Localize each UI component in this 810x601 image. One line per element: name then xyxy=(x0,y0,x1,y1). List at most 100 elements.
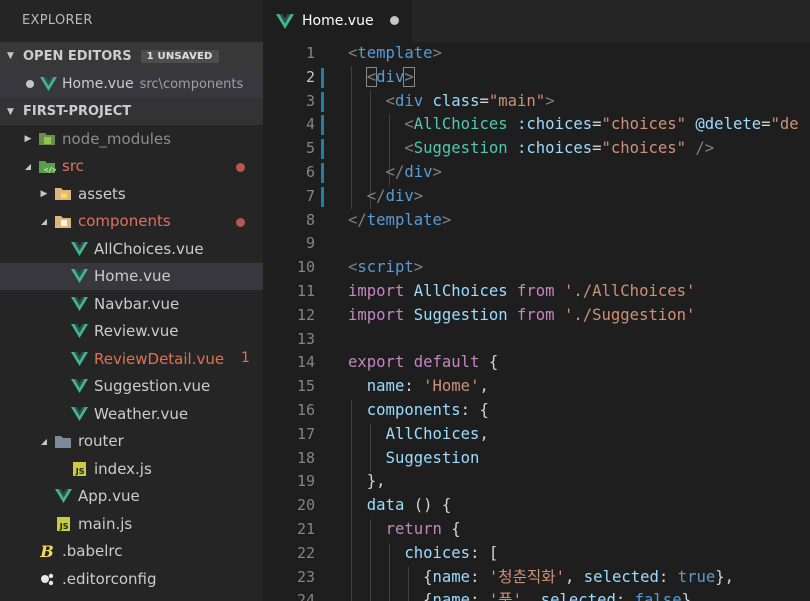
tree-item-router[interactable]: ◢ router xyxy=(0,428,263,456)
code-line[interactable]: 18 Suggestion xyxy=(263,447,810,471)
open-editor-item[interactable]: Home.vue src\components xyxy=(0,70,263,98)
code-token: }, xyxy=(715,567,735,586)
line-number: 6 xyxy=(305,163,315,181)
chevron-down-icon[interactable]: ◢ xyxy=(38,217,50,226)
tree-item-components[interactable]: ◢ components xyxy=(0,208,263,236)
tree-item-babelrc[interactable]: B .babelrc xyxy=(0,538,263,566)
tree-item-label: src xyxy=(62,157,84,176)
open-editors-header[interactable]: ▼ OPEN EDITORS 1 UNSAVED xyxy=(0,42,263,70)
tree-item-node-modules[interactable]: ▶ node_modules xyxy=(0,125,263,153)
code-line[interactable]: 13 xyxy=(263,328,810,352)
code-line[interactable]: 6 </div> xyxy=(263,161,810,185)
code-line[interactable]: 5 <Suggestion :choices="choices" /> xyxy=(263,137,810,161)
tree-item-app-vue[interactable]: App.vue xyxy=(0,483,263,511)
chevron-down-icon[interactable]: ◢ xyxy=(22,162,34,171)
vue-file-icon xyxy=(54,488,72,504)
tab-home-vue[interactable]: Home.vue xyxy=(263,0,412,42)
code-token: > xyxy=(545,91,555,110)
code-line[interactable]: 8 </template> xyxy=(263,209,810,233)
code-token: "choices" xyxy=(601,115,687,134)
code-line[interactable]: 14 export default { xyxy=(263,351,810,375)
code-token: div xyxy=(385,186,414,205)
tree-item-label: node_modules xyxy=(62,129,171,148)
code-editor[interactable]: 1 <template> 2 <div> 3 <div class="main"> 4 … xyxy=(263,42,810,601)
unsaved-dot-icon[interactable] xyxy=(390,16,399,25)
code-token: '청춘직화' xyxy=(488,567,566,586)
code-text: {name: '청춘직화', selected: true}, xyxy=(348,566,734,590)
vue-file-icon xyxy=(40,77,57,91)
line-number: 9 xyxy=(305,234,315,253)
code-token: = xyxy=(479,91,489,110)
code-token: 'Home' xyxy=(423,377,480,396)
code-line[interactable]: 9 xyxy=(263,232,810,256)
code-line[interactable]: 10 <script> xyxy=(263,256,810,280)
code-token: './Suggestion' xyxy=(563,305,696,324)
code-text: <div class="main"> xyxy=(348,90,555,114)
code-line[interactable]: 16 components: { xyxy=(263,399,810,423)
js-file-icon: JS xyxy=(54,516,72,532)
line-number: 19 xyxy=(296,472,315,491)
modified-dot-icon xyxy=(236,217,245,227)
code-token: { xyxy=(348,567,433,586)
chevron-right-icon[interactable]: ▶ xyxy=(38,189,50,199)
code-token: Suggestion xyxy=(413,139,508,158)
code-text: </div> xyxy=(348,185,423,209)
tree-item-reviewdetail-vue[interactable]: ReviewDetail.vue 1 xyxy=(0,345,263,373)
tree-item-src[interactable]: ◢ </> src xyxy=(0,153,263,181)
line-number: 13 xyxy=(296,329,315,348)
code-line[interactable]: 1 <template> xyxy=(263,42,810,66)
code-line[interactable]: 7 </div> xyxy=(263,185,810,209)
tree-item-review-vue[interactable]: Review.vue xyxy=(0,318,263,346)
code-token: = xyxy=(592,139,602,158)
code-line[interactable]: 22 choices: [ xyxy=(263,542,810,566)
code-token: () { xyxy=(404,496,452,515)
chevron-right-icon[interactable]: ▶ xyxy=(22,134,34,144)
code-line[interactable]: 17 AllChoices, xyxy=(263,423,810,447)
code-line[interactable]: 19 }, xyxy=(263,470,810,494)
tree-item-weather-vue[interactable]: Weather.vue xyxy=(0,400,263,428)
code-line[interactable]: 4 <AllChoices :choices="choices" @delete… xyxy=(263,113,810,137)
tab-label: Home.vue xyxy=(302,13,374,29)
code-token: "de xyxy=(770,115,799,134)
code-token: name xyxy=(432,567,471,586)
tree-item-label: App.vue xyxy=(78,487,140,506)
tree-item-editorconfig[interactable]: .editorconfig xyxy=(0,565,263,593)
code-line[interactable]: 21 return { xyxy=(263,518,810,542)
chevron-down-icon: ▼ xyxy=(7,106,14,117)
chevron-down-icon: ▼ xyxy=(7,51,14,61)
tree-item-main-js[interactable]: JS main.js xyxy=(0,510,263,538)
tree-item-suggestion-vue[interactable]: Suggestion.vue xyxy=(0,373,263,401)
code-line[interactable]: 3 <div class="main"> xyxy=(263,90,810,114)
code-line[interactable]: 24 {name: '풍', selected: false}, xyxy=(263,589,810,601)
code-token: }, xyxy=(348,472,386,491)
tree-item-label: router xyxy=(78,432,124,451)
tree-item-home-vue[interactable]: Home.vue xyxy=(0,262,263,290)
code-token: template xyxy=(366,210,442,229)
code-token: choices xyxy=(404,543,471,562)
code-token: true xyxy=(677,567,716,586)
code-line[interactable]: 12 import Suggestion from './Suggestion' xyxy=(263,304,810,328)
code-token: './AllChoices' xyxy=(563,282,696,300)
project-header[interactable]: ▼ FIRST-PROJECT xyxy=(0,98,263,125)
code-text: {name: '풍', selected: false}, xyxy=(348,589,700,601)
code-token: "main" xyxy=(488,91,546,110)
tree-item-index-js[interactable]: JS index.js xyxy=(0,455,263,483)
tree-item-navbar-vue[interactable]: Navbar.vue xyxy=(0,290,263,318)
tree-item-allchoices-vue[interactable]: AllChoices.vue xyxy=(0,235,263,263)
tree-item-label: Suggestion.vue xyxy=(94,377,211,396)
chevron-down-icon[interactable]: ◢ xyxy=(38,437,50,446)
tree-item-label: Review.vue xyxy=(94,322,179,341)
code-line[interactable]: 2 <div> xyxy=(263,66,810,90)
tree-item-assets[interactable]: ▶ assets xyxy=(0,180,263,208)
unsaved-dot-icon[interactable] xyxy=(26,80,34,88)
code-line[interactable]: 20 data () { xyxy=(263,494,810,518)
code-line[interactable]: 15 name: 'Home', xyxy=(263,375,810,399)
line-number: 24 xyxy=(296,591,315,601)
code-line[interactable]: 23 {name: '청춘직화', selected: true}, xyxy=(263,566,810,590)
code-line[interactable]: 11 import AllChoices from './AllChoices' xyxy=(263,280,810,304)
code-token: { xyxy=(441,520,461,538)
